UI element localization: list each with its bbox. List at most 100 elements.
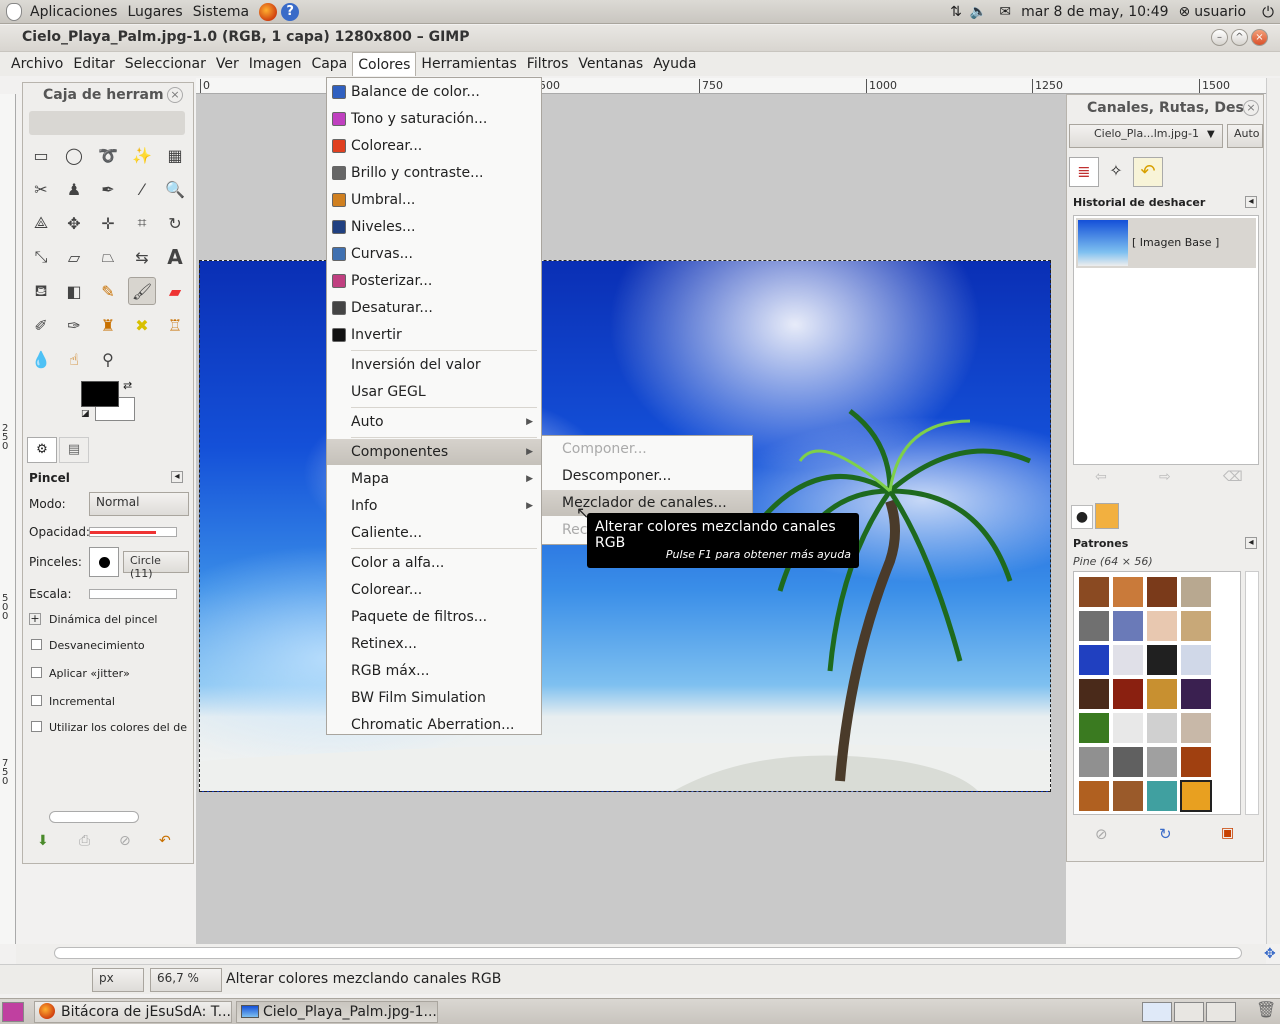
trash-icon[interactable]: 🗑 [1256,1000,1276,1019]
menu-imagen[interactable]: Imagen [244,52,307,76]
pattern-swatch[interactable] [1078,576,1110,608]
zoom-select[interactable]: 66,7 % [150,968,222,992]
smudge-icon[interactable]: ☝ [60,345,88,373]
auto-button[interactable]: Auto [1227,124,1263,148]
brushes-tab-icon[interactable]: ● [1071,505,1093,529]
colors-item-0[interactable]: Balance de color... [327,79,541,105]
chevron-down-icon[interactable]: ▼ [1207,129,1215,140]
patterns-scrollbar[interactable] [1245,571,1259,815]
align-icon[interactable]: ✛ [94,209,122,237]
task-gimp[interactable]: Cielo_Playa_Palm.jpg-1... [236,1001,438,1023]
pattern-swatch[interactable] [1180,576,1212,608]
colors-item-17[interactable]: Color a alfa... [327,550,541,576]
menu-ver[interactable]: Ver [211,52,244,76]
workspace-1[interactable] [1142,1002,1172,1022]
pattern-swatch[interactable] [1112,678,1144,710]
colors-item-7[interactable]: Posterizar... [327,268,541,294]
measure-icon[interactable]: ⟁ [27,209,55,237]
pattern-swatch[interactable] [1146,576,1178,608]
vertical-ruler[interactable]: 250 500 750 [0,94,16,944]
mail-icon[interactable]: ✉ [999,4,1011,20]
volume-icon[interactable]: 🔈 [970,4,987,20]
configure-tab-icon[interactable]: ◂ [1245,196,1257,208]
foreground-color-swatch[interactable] [81,381,119,407]
restore-options-icon[interactable]: ⎙ [79,833,90,849]
brush-preview[interactable] [89,547,119,577]
menu-filtros[interactable]: Filtros [522,52,574,76]
open-pattern-icon[interactable]: ▣ [1221,825,1234,841]
colors-item-22[interactable]: BW Film Simulation [327,685,541,711]
device-status-tab[interactable]: ▤ [59,437,89,463]
colors-item-5[interactable]: Niveles... [327,214,541,240]
paths-icon[interactable]: ✒ [94,175,122,203]
undo-tab-icon[interactable]: ↶ [1133,157,1163,187]
pattern-swatch[interactable] [1078,712,1110,744]
workspace-3[interactable] [1206,1002,1236,1022]
user-name[interactable]: usuario [1194,4,1246,20]
ubuntu-foot-icon[interactable] [6,2,22,21]
unit-select[interactable]: px [92,968,144,992]
refresh-icon[interactable]: ↻ [1159,825,1172,843]
menu-ayuda[interactable]: Ayuda [648,52,701,76]
fuzzy-select-icon[interactable]: ✨ [128,141,156,169]
crop-icon[interactable]: ⌗ [128,209,156,237]
colors-item-16[interactable]: Caliente... [327,520,541,546]
pattern-swatch[interactable] [1146,644,1178,676]
close-icon[interactable]: × [1243,100,1259,116]
redo-icon[interactable]: ⇨ [1159,469,1171,485]
colors-item-6[interactable]: Curvas... [327,241,541,267]
pattern-swatch[interactable] [1180,746,1212,778]
colors-item-15[interactable]: Info ▶ [327,493,541,519]
colors-item-2[interactable]: Colorear... [327,133,541,159]
mode-select[interactable]: Normal [89,492,189,516]
layers-tab-icon[interactable]: ≣ [1069,157,1099,187]
pattern-swatch[interactable] [1146,712,1178,744]
brush-name[interactable]: Circle (11) [123,551,189,580]
fade-checkbox[interactable]: Desvanecimiento [31,639,145,652]
move-icon[interactable]: ✥ [60,209,88,237]
horizontal-scrollbar[interactable] [16,944,1266,964]
paths-tab-icon[interactable]: ✧ [1101,157,1131,187]
swap-colors-icon[interactable]: ⇄ [123,379,132,392]
pencil-icon[interactable]: ✎ [94,277,122,305]
perspective-clone-icon[interactable]: ♖ [161,311,189,339]
close-icon[interactable]: × [167,87,183,103]
show-desktop-icon[interactable] [2,1002,24,1022]
foreground-select-icon[interactable]: ♟ [60,175,88,203]
maximize-icon[interactable]: ^ [1231,29,1248,46]
colors-item-18[interactable]: Colorear... [327,577,541,603]
image-select[interactable]: Cielo_Pla...lm.jpg-1 [1069,124,1223,148]
pattern-swatch[interactable] [1180,678,1212,710]
delete-options-icon[interactable]: ⊘ [119,833,131,849]
colors-item-8[interactable]: Desaturar... [327,295,541,321]
rect-select-icon[interactable]: ▭ [27,141,55,169]
expand-icon[interactable]: + [29,613,41,625]
menu-sistema[interactable]: Sistema [193,4,249,20]
undo-history-list[interactable]: [ Imagen Base ] [1073,215,1259,465]
flip-icon[interactable]: ⇆ [128,243,156,271]
pattern-swatch[interactable] [1078,644,1110,676]
blur-icon[interactable]: 💧 [27,345,55,373]
airbrush-icon[interactable]: ✐ [27,311,55,339]
reset-colors-icon[interactable]: ◪ [81,409,90,419]
menu-lugares[interactable]: Lugares [127,4,182,20]
help-icon[interactable]: ? [281,2,300,21]
configure-tab-icon[interactable]: ◂ [1245,537,1257,549]
color-select-icon[interactable]: ▦ [161,141,189,169]
navigate-icon[interactable]: ✥ [1264,946,1276,962]
save-options-icon[interactable]: ⬇ [37,833,49,849]
zoom-icon[interactable]: 🔍 [161,175,189,203]
undo-icon[interactable]: ⇦ [1095,469,1107,485]
reset-options-icon[interactable]: ↶ [159,833,171,849]
colors-item-21[interactable]: RGB máx... [327,658,541,684]
clock[interactable]: mar 8 de may, 10:49 [1021,4,1168,20]
incremental-checkbox[interactable]: Incremental [31,695,115,708]
clear-history-icon[interactable]: ⌫ [1223,469,1243,485]
menu-aplicaciones[interactable]: Aplicaciones [30,4,117,20]
colors-item-13[interactable]: Componentes ▶ [327,439,541,465]
tool-options-tab[interactable]: ⚙ [27,437,57,463]
colors-item-23[interactable]: Chromatic Aberration... [327,712,541,738]
workspace-2[interactable] [1174,1002,1204,1022]
pattern-swatch[interactable] [1078,746,1110,778]
menu-editar[interactable]: Editar [68,52,119,76]
